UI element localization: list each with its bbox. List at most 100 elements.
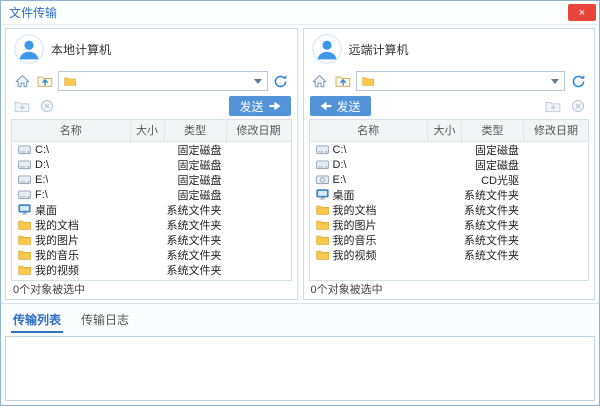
file-type: 系统文件夹 xyxy=(165,217,227,233)
file-name: E:\ xyxy=(333,174,346,186)
user-avatar-icon xyxy=(312,34,342,64)
file-row[interactable]: C:\固定磁盘 xyxy=(310,142,589,157)
drive-icon xyxy=(18,175,31,185)
file-name: 我的图片 xyxy=(35,232,79,248)
file-name: 桌面 xyxy=(35,202,57,218)
close-button[interactable]: × xyxy=(568,4,596,21)
column-header-name[interactable]: 名称 xyxy=(310,120,429,141)
transfer-tabs: 传输列表 传输日志 xyxy=(1,304,599,333)
file-name: C:\ xyxy=(35,144,49,156)
file-row[interactable]: 我的文档系统文件夹 xyxy=(12,217,291,232)
file-row[interactable]: 桌面 系统文件夹 xyxy=(12,202,291,217)
remote-path-combobox[interactable] xyxy=(356,71,566,91)
file-type: 系统文件夹 xyxy=(165,202,227,218)
file-row[interactable]: 我的音乐 系统文件夹 xyxy=(12,247,291,262)
delete-button[interactable] xyxy=(37,96,57,116)
new-folder-button[interactable] xyxy=(543,96,563,116)
file-row[interactable]: 我的文档 系统文件夹 xyxy=(310,202,589,217)
file-row[interactable]: 我的视频系统文件夹 xyxy=(310,247,589,262)
file-type: 系统文件夹 xyxy=(462,202,524,218)
folder-icon xyxy=(316,234,329,245)
column-header-date[interactable]: 修改日期 xyxy=(524,120,588,141)
remote-file-list: C:\固定磁盘D:\固定磁盘E:\CD光驱桌面系统文件夹我的文档系统文件夹我的图… xyxy=(310,142,589,280)
drive-icon xyxy=(316,160,329,170)
refresh-button[interactable] xyxy=(568,71,588,91)
file-type: 系统文件夹 xyxy=(462,217,524,233)
folder-icon xyxy=(18,264,31,275)
file-name: D:\ xyxy=(35,159,49,171)
tab-transfer-log[interactable]: 传输日志 xyxy=(79,309,131,333)
file-row[interactable]: 我的音乐 系统文件夹 xyxy=(310,232,589,247)
file-type: 固定磁盘 xyxy=(165,187,227,203)
column-header-type[interactable]: 类型 xyxy=(165,120,227,141)
delete-button[interactable] xyxy=(568,96,588,116)
file-name: C:\ xyxy=(333,144,347,156)
file-row[interactable]: E:\ CD光驱 xyxy=(310,172,589,187)
user-avatar-icon xyxy=(14,34,44,64)
home-button[interactable] xyxy=(12,71,32,91)
new-folder-button[interactable] xyxy=(12,96,32,116)
file-name: 我的音乐 xyxy=(35,247,79,263)
file-type: 系统文件夹 xyxy=(165,247,227,263)
file-row[interactable]: E:\固定磁盘 xyxy=(12,172,291,187)
column-header-type[interactable]: 类型 xyxy=(462,120,524,141)
remote-selection-status: 0个对象被选中 xyxy=(304,281,595,299)
local-file-table: 名称 大小 类型 修改日期 C:\固定磁盘D:\固定磁盘E:\固定磁盘 F:\ 固定… xyxy=(11,119,292,281)
drive-icon xyxy=(18,190,31,200)
file-name: 我的视频 xyxy=(333,247,377,263)
file-row[interactable]: F:\ 固定磁盘 xyxy=(12,187,291,202)
remote-table-header: 名称 大小 类型 修改日期 xyxy=(310,120,589,142)
tab-transfer-list[interactable]: 传输列表 xyxy=(11,309,63,333)
up-folder-button[interactable] xyxy=(35,71,55,91)
window-title: 文件传输 xyxy=(9,4,57,21)
file-type: 系统文件夹 xyxy=(165,232,227,248)
file-name: D:\ xyxy=(333,159,347,171)
local-panel: 本地计算机 xyxy=(5,28,298,300)
send-label: 发送 xyxy=(337,98,361,115)
cdrom-icon xyxy=(316,175,329,185)
up-folder-button[interactable] xyxy=(333,71,353,91)
path-folder-icon xyxy=(64,76,76,86)
file-name: E:\ xyxy=(35,174,48,186)
local-computer-label: 本地计算机 xyxy=(51,41,111,58)
file-row[interactable]: 我的图片系统文件夹 xyxy=(310,217,589,232)
folder-icon xyxy=(316,249,329,260)
dropdown-arrow-icon[interactable] xyxy=(551,79,559,84)
file-type: 系统文件夹 xyxy=(462,187,524,203)
desktop-icon xyxy=(316,189,329,200)
dual-panel-area: 本地计算机 xyxy=(1,25,599,303)
home-button[interactable] xyxy=(310,71,330,91)
remote-file-table: 名称 大小 类型 修改日期 C:\固定磁盘D:\固定磁盘E:\CD光驱桌面系统文… xyxy=(309,119,590,281)
local-path-combobox[interactable] xyxy=(58,71,268,91)
file-row[interactable]: 我的视频系统文件夹 xyxy=(12,262,291,277)
column-header-date[interactable]: 修改日期 xyxy=(227,120,291,141)
file-row[interactable]: D:\固定磁盘 xyxy=(310,157,589,172)
local-path-bar xyxy=(6,69,297,93)
file-name: F:\ xyxy=(35,189,48,201)
file-name: 我的音乐 xyxy=(333,232,377,248)
file-row[interactable]: 我的图片 系统文件夹 xyxy=(12,232,291,247)
send-to-local-button[interactable]: 发送 xyxy=(310,96,371,116)
file-type: 系统文件夹 xyxy=(462,232,524,248)
remote-toolbar: 发送 xyxy=(304,93,595,119)
send-to-remote-button[interactable]: 发送 xyxy=(229,96,290,116)
column-header-size[interactable]: 大小 xyxy=(428,120,462,141)
file-row[interactable]: 桌面 系统文件夹 xyxy=(310,187,589,202)
transfer-section: 传输列表 传输日志 xyxy=(1,303,599,405)
file-row[interactable]: C:\固定磁盘 xyxy=(12,142,291,157)
file-row[interactable]: D:\固定磁盘 xyxy=(12,157,291,172)
local-file-list: C:\固定磁盘D:\固定磁盘E:\固定磁盘F:\固定磁盘桌面系统文件夹我的文档系… xyxy=(12,142,291,280)
file-transfer-window: 文件传输 × 本地计算机 xyxy=(0,0,600,406)
dropdown-arrow-icon[interactable] xyxy=(254,79,262,84)
folder-icon xyxy=(316,219,329,230)
refresh-button[interactable] xyxy=(271,71,291,91)
folder-icon xyxy=(18,234,31,245)
folder-icon xyxy=(316,204,329,215)
local-table-header: 名称 大小 类型 修改日期 xyxy=(12,120,291,142)
file-name: 桌面 xyxy=(333,187,355,203)
file-name: 我的文档 xyxy=(333,202,377,218)
column-header-size[interactable]: 大小 xyxy=(131,120,165,141)
drive-icon xyxy=(18,160,31,170)
file-type: CD光驱 xyxy=(462,172,524,188)
column-header-name[interactable]: 名称 xyxy=(12,120,131,141)
